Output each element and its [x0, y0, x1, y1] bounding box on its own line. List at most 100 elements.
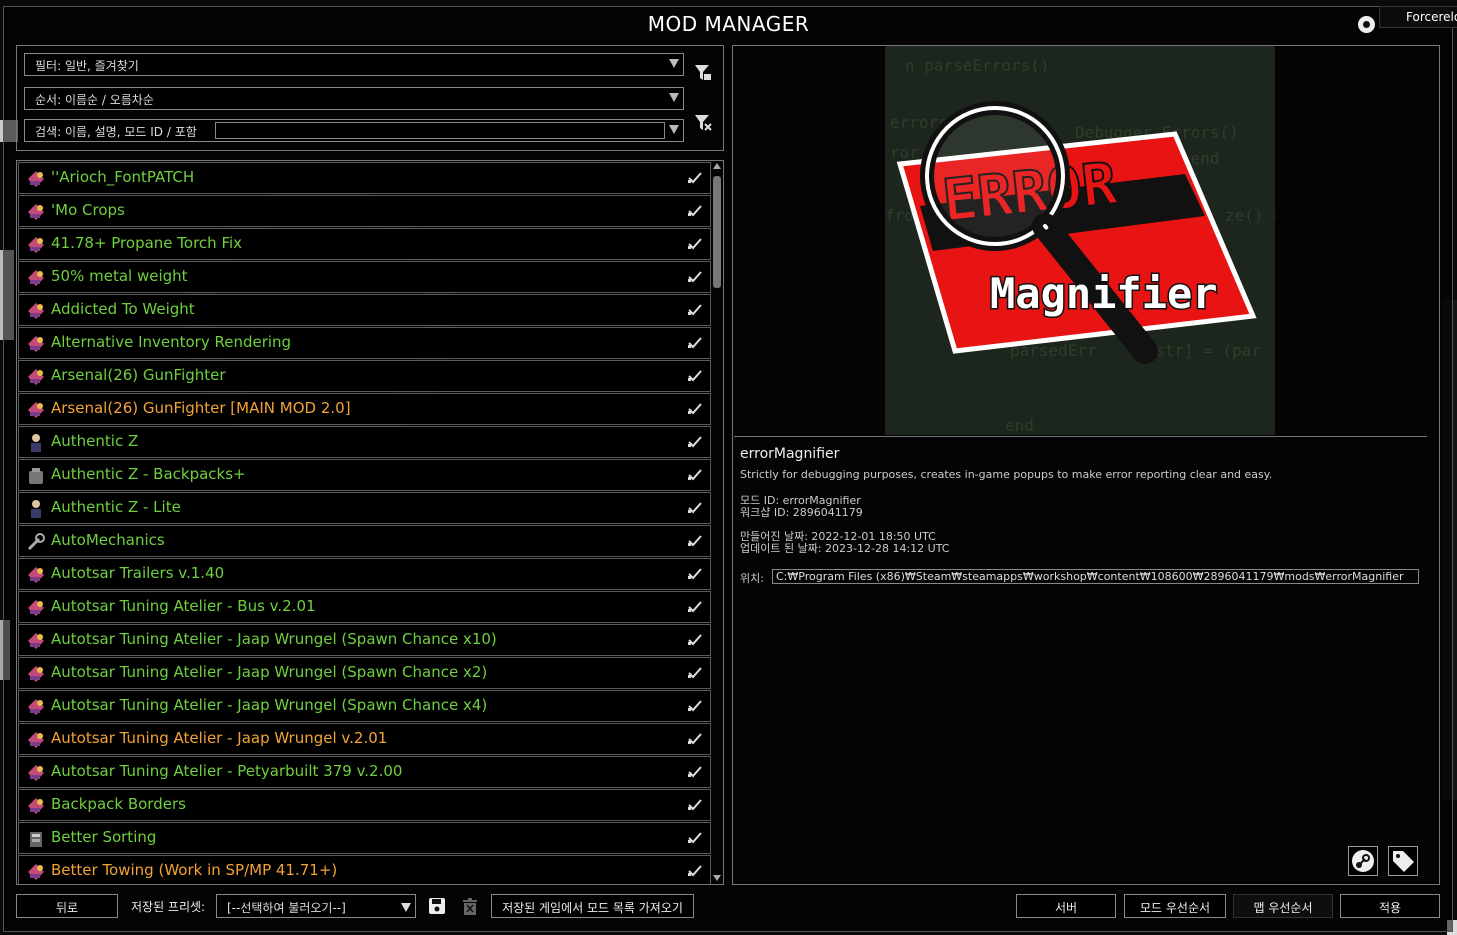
- enabled-check-icon[interactable]: [688, 700, 702, 712]
- preview-code-line: end: [1005, 416, 1034, 435]
- order-dropdown[interactable]: 순서: 이름순 / 오름차순: [24, 87, 684, 110]
- delete-icon[interactable]: [463, 898, 477, 915]
- mod-list-item[interactable]: 'Mo Crops: [18, 195, 711, 227]
- preview-code-line: ror: [890, 143, 919, 162]
- enabled-check-icon[interactable]: [688, 436, 702, 448]
- steam-workshop-button[interactable]: [1348, 846, 1378, 876]
- mod-name: Arsenal(26) GunFighter: [51, 366, 226, 384]
- enabled-check-icon[interactable]: [688, 865, 702, 877]
- enabled-check-icon[interactable]: [688, 799, 702, 811]
- enabled-check-icon[interactable]: [688, 766, 702, 778]
- mod-list-item[interactable]: Autotsar Trailers v.1.40: [18, 558, 711, 590]
- mod-list-item[interactable]: Better Sorting: [18, 822, 711, 854]
- mod-order-button[interactable]: 모드 우선순서: [1124, 894, 1226, 918]
- enabled-check-icon[interactable]: [688, 832, 702, 844]
- enabled-check-icon[interactable]: [688, 535, 702, 547]
- back-button[interactable]: 뒤로: [16, 894, 118, 918]
- mod-description: Strictly for debugging purposes, creates…: [740, 468, 1273, 481]
- mod-icon: [28, 600, 44, 616]
- enabled-check-icon[interactable]: [688, 271, 702, 283]
- enabled-check-icon[interactable]: [688, 733, 702, 745]
- mod-list-item[interactable]: Autotsar Tuning Atelier - Bus v.2.01: [18, 591, 711, 623]
- tooltip: Forcereload: [1379, 6, 1457, 28]
- enabled-check-icon[interactable]: [688, 502, 702, 514]
- search-input[interactable]: [215, 122, 665, 139]
- mod-list-item[interactable]: Addicted To Weight: [18, 294, 711, 326]
- mod-list-item[interactable]: 41.78+ Propane Torch Fix: [18, 228, 711, 260]
- mod-list-item[interactable]: ''Arioch_FontPATCH: [18, 162, 711, 194]
- mod-list: ''Arioch_FontPATCH 'Mo Crops 41.78+ Propan…: [16, 160, 724, 885]
- search-label: 검색: 이름, 설명, 모드 ID / 포함: [35, 125, 197, 139]
- filter-clear-icon[interactable]: [694, 114, 712, 132]
- apply-button[interactable]: 적용: [1340, 894, 1440, 918]
- enabled-check-icon[interactable]: [688, 370, 702, 382]
- mod-list-item[interactable]: AutoMechanics: [18, 525, 711, 557]
- workshop-id: 워크샵 ID: 2896041179: [740, 506, 863, 519]
- mod-name: Autotsar Tuning Atelier - Jaap Wrungel (…: [51, 696, 488, 714]
- server-button[interactable]: 서버: [1016, 894, 1116, 918]
- chevron-down-icon[interactable]: [669, 125, 679, 134]
- mod-list-item[interactable]: 50% metal weight: [18, 261, 711, 293]
- mod-list-item[interactable]: Autotsar Tuning Atelier - Jaap Wrungel (…: [18, 624, 711, 656]
- import-from-save-button[interactable]: 저장된 게임에서 모드 목록 가져오기: [491, 894, 694, 918]
- preset-label: 저장된 프리셋:: [131, 900, 206, 914]
- enabled-check-icon[interactable]: [688, 238, 702, 250]
- enabled-check-icon[interactable]: [688, 568, 702, 580]
- filter-lock-icon[interactable]: [694, 64, 712, 82]
- enabled-check-icon[interactable]: [688, 205, 702, 217]
- mod-list-item[interactable]: Authentic Z - Backpacks+: [18, 459, 711, 491]
- mod-name: Autotsar Tuning Atelier - Jaap Wrungel v…: [51, 729, 388, 747]
- wrench-icon: [27, 533, 45, 551]
- save-icon[interactable]: [428, 897, 446, 915]
- mod-list-item[interactable]: Autotsar Tuning Atelier - Jaap Wrungel (…: [18, 690, 711, 722]
- mod-list-item[interactable]: Better Towing (Work in SP/MP 41.71+): [18, 855, 711, 884]
- mod-list-item[interactable]: Authentic Z - Lite: [18, 492, 711, 524]
- mod-name: Autotsar Tuning Atelier - Jaap Wrungel (…: [51, 663, 488, 681]
- mod-list-item[interactable]: Alternative Inventory Rendering: [18, 327, 711, 359]
- enabled-check-icon[interactable]: [688, 634, 702, 646]
- mod-name: 41.78+ Propane Torch Fix: [51, 234, 243, 252]
- mod-icon: [28, 666, 44, 682]
- preview-magnifier-text: Magnifier: [990, 269, 1218, 318]
- scroll-down-icon[interactable]: [713, 875, 721, 881]
- mod-list-item[interactable]: Autotsar Tuning Atelier - Jaap Wrungel v…: [18, 723, 711, 755]
- tags-button[interactable]: [1388, 846, 1418, 876]
- filter-dropdown[interactable]: 필터: 일반, 즐겨찾기: [24, 53, 684, 76]
- location-field[interactable]: C:₩Program Files (x86)₩Steam₩steamapps₩w…: [772, 569, 1419, 584]
- filter-panel: 필터: 일반, 즐겨찾기 순서: 이름순 / 오름차순 검색: 이름, 설명, …: [16, 45, 724, 151]
- mod-icon: [28, 204, 44, 220]
- chevron-down-icon: [669, 59, 679, 68]
- mod-list-item[interactable]: Autotsar Tuning Atelier - Petyarbuilt 37…: [18, 756, 711, 788]
- mod-list-item[interactable]: Backpack Borders: [18, 789, 711, 821]
- enabled-check-icon[interactable]: [688, 601, 702, 613]
- enabled-check-icon[interactable]: [688, 667, 702, 679]
- scroll-up-icon[interactable]: [713, 163, 721, 169]
- enabled-check-icon[interactable]: [688, 304, 702, 316]
- enabled-check-icon[interactable]: [688, 403, 702, 415]
- preview-code-line: n parseErrors(): [905, 56, 1050, 75]
- mod-icon: [28, 171, 44, 187]
- mod-name: Authentic Z: [51, 432, 139, 450]
- tag-icon: [1393, 851, 1414, 872]
- mod-title: errorMagnifier: [740, 446, 840, 462]
- scroll-thumb[interactable]: [713, 176, 721, 288]
- mod-icon: [28, 303, 44, 319]
- mod-list-item[interactable]: Autotsar Tuning Atelier - Jaap Wrungel (…: [18, 657, 711, 689]
- mod-icon: [28, 633, 44, 649]
- filter-dropdown-label: 필터: 일반, 즐겨찾기: [35, 59, 139, 73]
- steam-icon[interactable]: [1358, 16, 1375, 33]
- map-order-button[interactable]: 맵 우선순서: [1233, 894, 1333, 918]
- mod-name: Addicted To Weight: [51, 300, 195, 318]
- window-title: MOD MANAGER: [647, 12, 810, 36]
- mod-list-item[interactable]: Arsenal(26) GunFighter: [18, 360, 711, 392]
- mod-icon: [28, 336, 44, 352]
- mod-list-item[interactable]: Arsenal(26) GunFighter [MAIN MOD 2.0]: [18, 393, 711, 425]
- mod-icon: [28, 699, 44, 715]
- enabled-check-icon[interactable]: [688, 172, 702, 184]
- preset-dropdown[interactable]: [--선택하여 불러오기--]: [216, 894, 416, 918]
- enabled-check-icon[interactable]: [688, 469, 702, 481]
- mod-list-item[interactable]: Authentic Z: [18, 426, 711, 458]
- updated-date: 업데이트 된 날짜: 2023-12-28 14:12 UTC: [740, 542, 950, 555]
- enabled-check-icon[interactable]: [688, 337, 702, 349]
- mod-name: Alternative Inventory Rendering: [51, 333, 292, 351]
